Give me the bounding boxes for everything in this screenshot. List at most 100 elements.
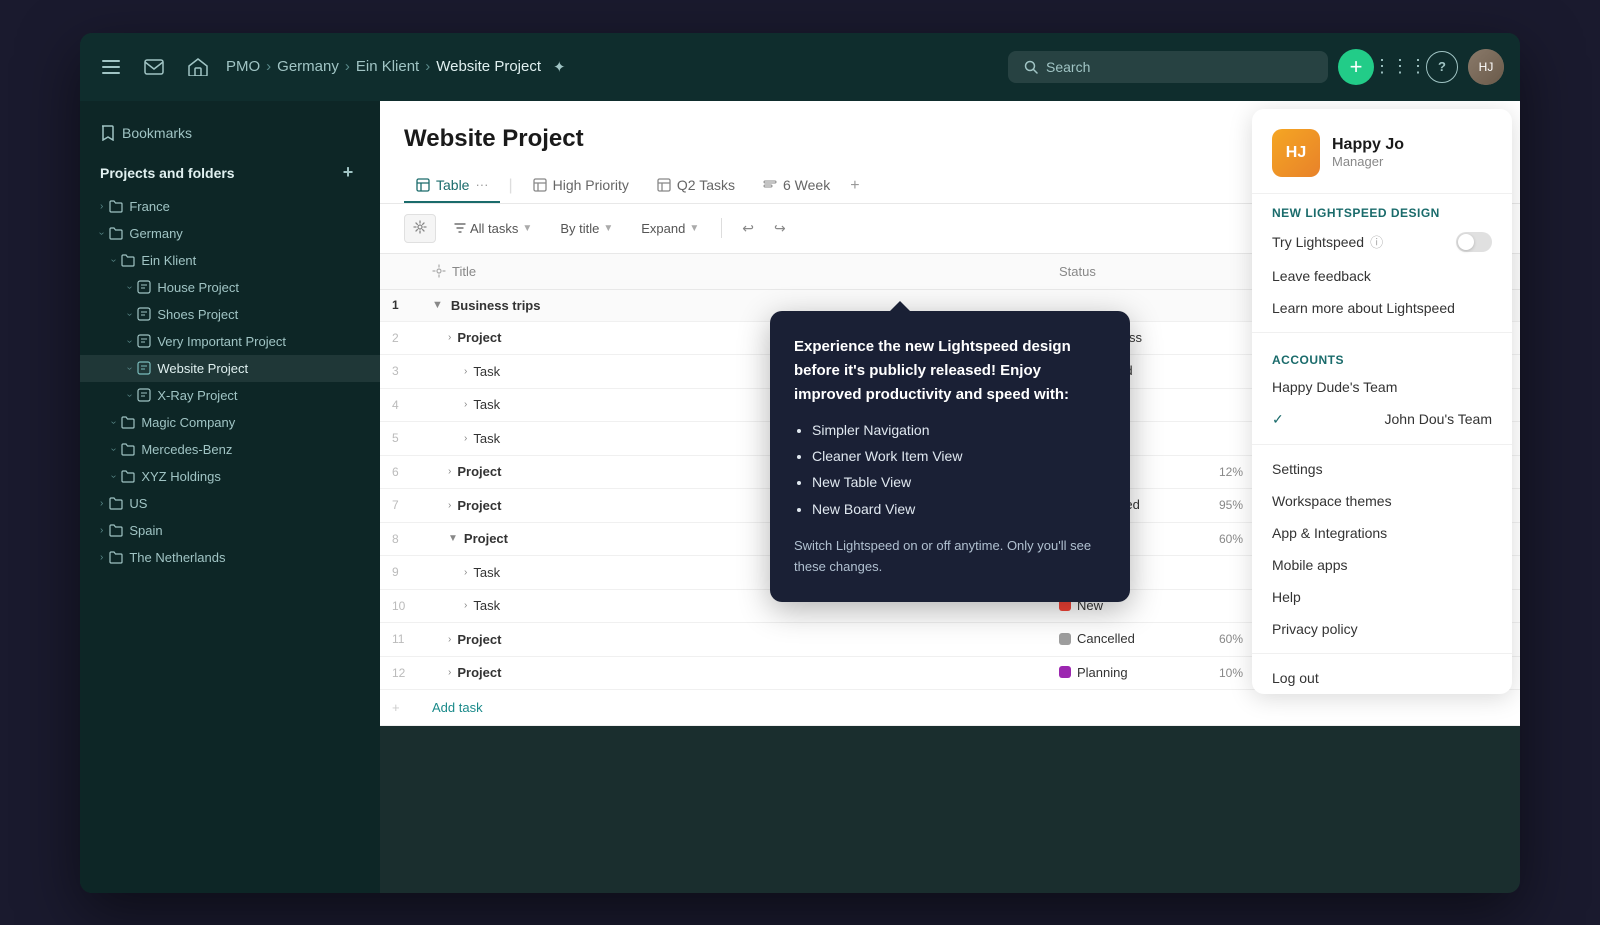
row-status: Planning: [1047, 656, 1207, 690]
bookmark-icon: [100, 125, 114, 141]
chevron-right-icon: ›: [100, 552, 103, 563]
tab-more-icon[interactable]: ···: [475, 177, 488, 192]
col-settings-icon[interactable]: [432, 264, 446, 278]
chevron-down-icon: ›: [124, 339, 135, 342]
privacy-policy-item[interactable]: Privacy policy: [1252, 613, 1512, 645]
sidebar-item-germany[interactable]: › Germany: [80, 220, 380, 247]
sidebar-item-xray-project[interactable]: › X-Ray Project: [80, 382, 380, 409]
mobile-apps-label: Mobile apps: [1272, 557, 1348, 573]
breadcrumb-pmo[interactable]: PMO: [226, 58, 260, 75]
folder-icon: [121, 469, 135, 483]
table-icon: [657, 178, 671, 192]
sidebar-bookmarks[interactable]: Bookmarks: [80, 117, 380, 149]
expand-button[interactable]: Expand ▼: [631, 216, 709, 241]
add-tab-button[interactable]: +: [850, 177, 859, 195]
tab-6week[interactable]: 6 Week: [751, 169, 842, 203]
undo-button[interactable]: ↩: [734, 215, 762, 242]
lightspeed-toggle[interactable]: [1456, 232, 1492, 252]
help-icon[interactable]: ?: [1426, 51, 1458, 83]
expand-icon[interactable]: ›: [448, 634, 451, 645]
sidebar-item-label: The Netherlands: [129, 550, 225, 565]
sidebar-item-spain[interactable]: › Spain: [80, 517, 380, 544]
app-container: PMO › Germany › Ein Klient › Website Pro…: [80, 33, 1520, 893]
workspace-themes-label: Workspace themes: [1272, 493, 1392, 509]
user-avatar[interactable]: HJ: [1468, 49, 1504, 85]
chevron-down-icon: ▼: [603, 223, 613, 234]
privacy-policy-label: Privacy policy: [1272, 621, 1358, 637]
grid-icon[interactable]: ⋮⋮⋮: [1384, 51, 1416, 83]
breadcrumb-sep3: ›: [425, 58, 430, 75]
undo-redo-group: ↩ ↪: [734, 215, 793, 242]
sidebar-item-us[interactable]: › US: [80, 490, 380, 517]
row-num: 12: [380, 656, 420, 690]
table-settings-button[interactable]: [404, 214, 436, 243]
sidebar-item-very-important[interactable]: › Very Important Project: [80, 328, 380, 355]
expand-icon[interactable]: ›: [464, 366, 467, 377]
app-integrations-item[interactable]: App & Integrations: [1252, 517, 1512, 549]
chevron-down-icon: ›: [108, 474, 119, 477]
add-task-label[interactable]: Add task: [420, 690, 1047, 726]
sidebar-item-magic-company[interactable]: › Magic Company: [80, 409, 380, 436]
expand-icon[interactable]: ›: [464, 433, 467, 444]
status-label: Planning: [1077, 665, 1128, 680]
pin-icon[interactable]: ✦: [553, 58, 566, 76]
top-nav: PMO › Germany › Ein Klient › Website Pro…: [80, 33, 1520, 101]
folder-icon: [109, 199, 123, 213]
collapse-icon[interactable]: ▼: [448, 533, 458, 544]
expand-icon[interactable]: ›: [464, 600, 467, 611]
logout-item[interactable]: Log out: [1252, 662, 1512, 694]
breadcrumb-current[interactable]: Website Project: [436, 58, 541, 75]
leave-feedback-item[interactable]: Leave feedback: [1252, 260, 1512, 292]
by-title-button[interactable]: By title ▼: [550, 216, 623, 241]
sidebar-item-mercedes[interactable]: › Mercedes-Benz: [80, 436, 380, 463]
sidebar-item-netherlands[interactable]: › The Netherlands: [80, 544, 380, 571]
expand-icon[interactable]: ›: [448, 332, 451, 343]
tab-high-priority[interactable]: High Priority: [521, 169, 641, 203]
chevron-right-icon: ›: [100, 525, 103, 536]
tab-table[interactable]: Table ···: [404, 169, 500, 203]
sidebar-item-website-project[interactable]: › Website Project: [80, 355, 380, 382]
col-title: Title: [420, 254, 1047, 290]
add-button[interactable]: +: [1338, 49, 1374, 85]
mobile-apps-item[interactable]: Mobile apps: [1252, 549, 1512, 581]
home-button[interactable]: [182, 52, 214, 82]
sidebar-item-xyz[interactable]: › XYZ Holdings: [80, 463, 380, 490]
redo-button[interactable]: ↪: [766, 215, 794, 242]
account1-item[interactable]: Happy Dude's Team: [1252, 371, 1512, 403]
all-tasks-button[interactable]: All tasks ▼: [444, 216, 542, 241]
search-bar[interactable]: Search: [1008, 51, 1328, 83]
sidebar-item-ein-klient[interactable]: › Ein Klient: [80, 247, 380, 274]
folder-icon: [109, 496, 123, 510]
sidebar-item-label: France: [129, 199, 169, 214]
add-task-plus[interactable]: +: [380, 690, 420, 726]
add-task-row[interactable]: + Add task: [380, 690, 1520, 726]
account2-item[interactable]: John Dou's Team: [1252, 403, 1512, 436]
learn-more-item[interactable]: Learn more about Lightspeed: [1252, 292, 1512, 324]
nav-right: Search + ⋮⋮⋮ ? HJ: [1008, 49, 1504, 85]
expand-icon[interactable]: ›: [464, 567, 467, 578]
project-icon: [137, 361, 151, 375]
sidebar-item-shoes-project[interactable]: › Shoes Project: [80, 301, 380, 328]
help-item[interactable]: Help: [1252, 581, 1512, 613]
settings-item[interactable]: Settings: [1252, 453, 1512, 485]
expand-icon[interactable]: ›: [448, 466, 451, 477]
tab-q2-tasks[interactable]: Q2 Tasks: [645, 169, 747, 203]
try-lightspeed-item[interactable]: Try Lightspeed ⓘ: [1252, 224, 1512, 260]
project-icon: [137, 307, 151, 321]
collapse-icon[interactable]: ▼: [432, 299, 443, 311]
expand-icon[interactable]: ›: [448, 667, 451, 678]
app-integrations-label: App & Integrations: [1272, 525, 1387, 541]
sidebar-item-france[interactable]: › France: [80, 193, 380, 220]
sidebar-item-house-project[interactable]: › House Project: [80, 274, 380, 301]
menu-button[interactable]: [96, 54, 126, 80]
breadcrumb-germany[interactable]: Germany: [277, 58, 339, 75]
learn-more-label: Learn more about Lightspeed: [1272, 300, 1455, 316]
add-project-button[interactable]: +: [336, 161, 360, 185]
breadcrumb-ein-klient[interactable]: Ein Klient: [356, 58, 419, 75]
expand-icon[interactable]: ›: [464, 399, 467, 410]
workspace-themes-item[interactable]: Workspace themes: [1252, 485, 1512, 517]
status-dot: [1059, 666, 1071, 678]
mail-button[interactable]: [138, 53, 170, 81]
expand-icon[interactable]: ›: [448, 500, 451, 511]
row-title: Project: [457, 665, 501, 680]
